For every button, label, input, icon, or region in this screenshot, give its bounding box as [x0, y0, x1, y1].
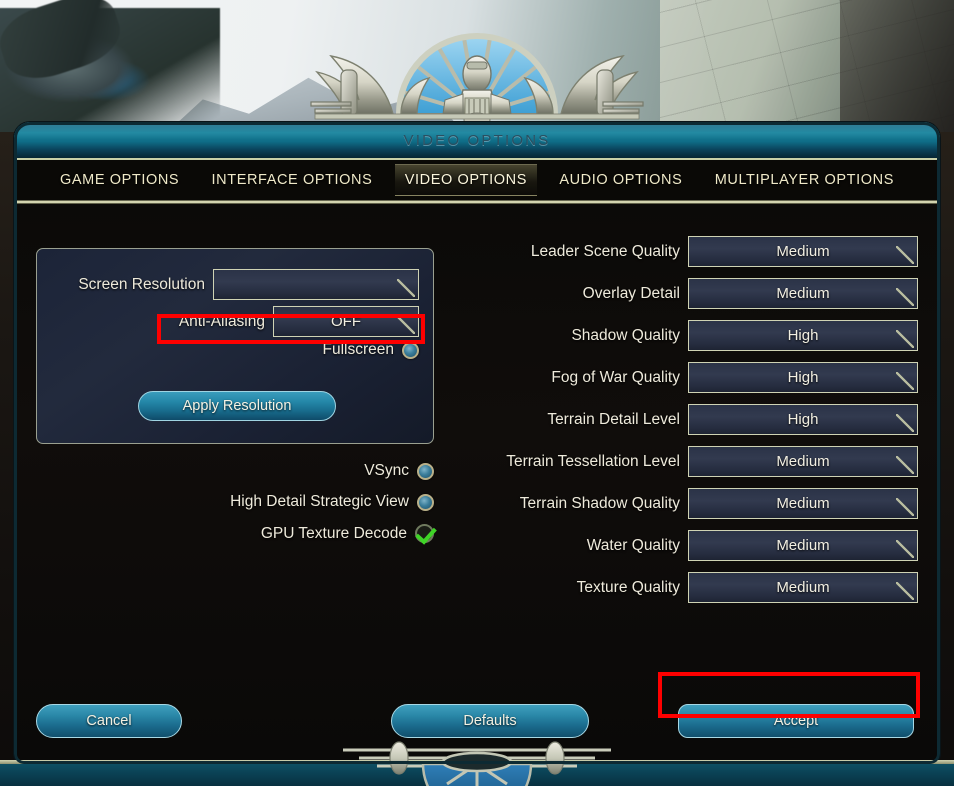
- fog-of-war-quality-row: Fog of War Quality High: [454, 362, 918, 393]
- shadow-quality-row: Shadow Quality High: [454, 320, 918, 351]
- vsync-radio-icon[interactable]: [417, 462, 434, 480]
- water-quality-row: Water Quality Medium: [454, 530, 918, 561]
- anti-aliasing-row: Anti-Aliasing OFF: [155, 306, 419, 337]
- anti-aliasing-dropdown[interactable]: OFF: [273, 306, 419, 337]
- tab-multiplayer-options[interactable]: MULTIPLAYER OPTIONS: [705, 165, 904, 195]
- shadow-quality-label: Shadow Quality: [571, 326, 680, 344]
- tab-audio-options[interactable]: AUDIO OPTIONS: [549, 165, 692, 195]
- tab-video-options[interactable]: VIDEO OPTIONS: [394, 164, 537, 196]
- fullscreen-label: Fullscreen: [322, 341, 395, 358]
- texture-quality-label: Texture Quality: [576, 578, 680, 596]
- video-options-dialog: VIDEO OPTIONS GAME OPTIONS INTERFACE OPT…: [14, 122, 940, 764]
- terrain-shadow-quality-label: Terrain Shadow Quality: [519, 494, 680, 512]
- video-toggles-group: VSync High Detail Strategic View GPU Tex…: [36, 462, 434, 556]
- accept-button[interactable]: Accept: [678, 704, 914, 738]
- fullscreen-radio-icon[interactable]: [402, 341, 419, 359]
- high-detail-strategic-view-radio-icon[interactable]: [417, 493, 434, 511]
- terrain-tessellation-level-label: Terrain Tessellation Level: [506, 452, 680, 470]
- defaults-button[interactable]: Defaults: [391, 704, 589, 738]
- dialog-content: Screen Resolution Anti-Aliasing OFF Full…: [14, 204, 940, 760]
- anti-aliasing-label: Anti-Aliasing: [178, 312, 265, 330]
- screen-resolution-label: Screen Resolution: [78, 275, 205, 293]
- background-statue-arm: [0, 0, 128, 89]
- fog-of-war-quality-label: Fog of War Quality: [551, 368, 680, 386]
- vsync-label: VSync: [364, 462, 409, 479]
- tab-interface-options[interactable]: INTERFACE OPTIONS: [202, 165, 383, 195]
- options-tabbar: GAME OPTIONS INTERFACE OPTIONS VIDEO OPT…: [14, 160, 940, 200]
- dialog-footer: Cancel Defaults Accept: [14, 704, 940, 744]
- cancel-button[interactable]: Cancel: [36, 704, 182, 738]
- terrain-detail-level-dropdown[interactable]: High: [688, 404, 918, 435]
- tab-game-options[interactable]: GAME OPTIONS: [50, 165, 189, 195]
- page-title: VIDEO OPTIONS: [403, 131, 551, 149]
- gpu-texture-decode-label: GPU Texture Decode: [260, 524, 407, 542]
- overlay-detail-dropdown[interactable]: Medium: [688, 278, 918, 309]
- fog-of-war-quality-dropdown[interactable]: High: [688, 362, 918, 393]
- water-quality-dropdown[interactable]: Medium: [688, 530, 918, 561]
- apply-resolution-button[interactable]: Apply Resolution: [138, 391, 336, 421]
- terrain-detail-level-label: Terrain Detail Level: [547, 410, 680, 428]
- screen-resolution-panel: Screen Resolution Anti-Aliasing OFF Full…: [36, 248, 434, 444]
- terrain-shadow-quality-dropdown[interactable]: Medium: [688, 488, 918, 519]
- overlay-detail-label: Overlay Detail: [582, 284, 680, 302]
- terrain-detail-level-row: Terrain Detail Level High: [454, 404, 918, 435]
- water-quality-label: Water Quality: [586, 536, 680, 554]
- art-deco-bottom-ornament: [343, 741, 611, 786]
- texture-quality-row: Texture Quality Medium: [454, 572, 918, 603]
- terrain-tessellation-level-dropdown[interactable]: Medium: [688, 446, 918, 477]
- screen-resolution-dropdown[interactable]: [213, 269, 419, 300]
- screen-resolution-row: Screen Resolution: [53, 269, 419, 300]
- leader-scene-quality-dropdown[interactable]: Medium: [688, 236, 918, 267]
- gpu-texture-decode-row: GPU Texture Decode: [36, 524, 434, 543]
- overlay-detail-row: Overlay Detail Medium: [454, 278, 918, 309]
- shadow-quality-dropdown[interactable]: High: [688, 320, 918, 351]
- high-detail-strategic-view-row: High Detail Strategic View: [36, 493, 434, 511]
- high-detail-strategic-view-label: High Detail Strategic View: [230, 493, 409, 510]
- gpu-texture-decode-checkmark-icon[interactable]: [415, 524, 434, 543]
- quality-settings-group: Leader Scene Quality Medium Overlay Deta…: [454, 236, 918, 614]
- leader-scene-quality-row: Leader Scene Quality Medium: [454, 236, 918, 267]
- texture-quality-dropdown[interactable]: Medium: [688, 572, 918, 603]
- terrain-shadow-quality-row: Terrain Shadow Quality Medium: [454, 488, 918, 519]
- dialog-titlebar: VIDEO OPTIONS: [14, 122, 940, 160]
- fullscreen-row: Fullscreen: [197, 341, 419, 359]
- vsync-row: VSync: [36, 462, 434, 480]
- leader-scene-quality-label: Leader Scene Quality: [530, 242, 680, 260]
- terrain-tessellation-level-row: Terrain Tessellation Level Medium: [454, 446, 918, 477]
